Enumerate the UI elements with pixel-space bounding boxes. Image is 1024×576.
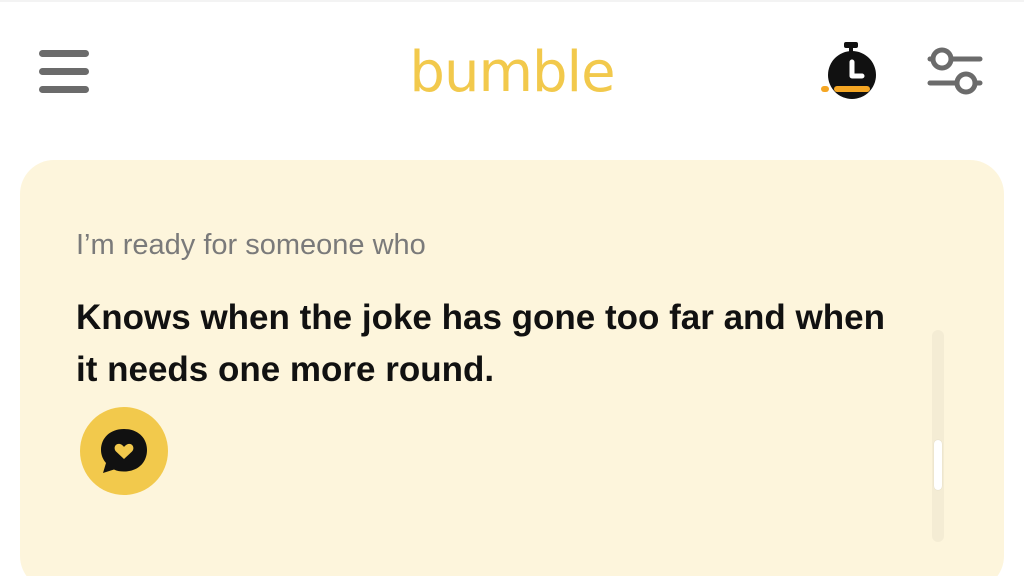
stopwatch-icon bbox=[821, 42, 876, 99]
scrollbar[interactable] bbox=[932, 330, 944, 542]
comment-button[interactable] bbox=[80, 407, 168, 495]
header: bumble bbox=[0, 0, 1024, 150]
prompt-label: I’m ready for someone who bbox=[76, 229, 426, 261]
prompt-answer: Knows when the joke has gone too far and… bbox=[76, 298, 885, 389]
timer-button[interactable] bbox=[818, 40, 882, 104]
scrollbar-thumb[interactable] bbox=[934, 440, 942, 490]
heart-speech-bubble-icon bbox=[101, 429, 147, 473]
app-screen: bumble I’m ready for someone who Knows w… bbox=[0, 0, 1024, 576]
filter-button[interactable] bbox=[922, 40, 986, 104]
filter-sliders-icon bbox=[927, 47, 983, 95]
prompt-card: I’m ready for someone who Knows when the… bbox=[20, 160, 1004, 576]
